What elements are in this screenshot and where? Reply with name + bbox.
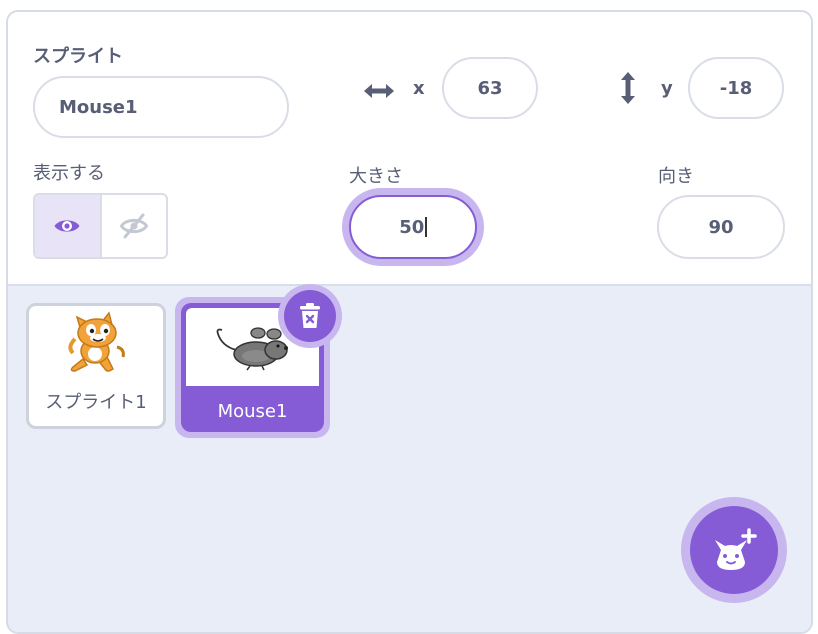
delete-sprite-button[interactable] [284,290,336,342]
sprite-thumbnail[interactable]: スプライト1 [26,303,166,429]
horizontal-arrows-icon [364,84,394,98]
add-sprite-button[interactable] [690,506,778,594]
size-label: 大きさ [349,166,403,187]
sprite-pane: スプライト Mouse1 x 63 y -18 表示する 大きさ 50 向き 9… [6,10,813,634]
mouse-icon [216,327,288,371]
add-sprite-cat-icon [715,528,757,570]
sprite-name-input[interactable]: Mouse1 [33,76,289,138]
size-value: 50 [399,216,425,238]
hide-button[interactable] [102,195,167,257]
direction-input[interactable]: 90 [657,195,785,259]
direction-label: 向き [658,166,694,187]
vertical-arrows-icon [621,72,635,104]
show-label: 表示する [33,163,105,184]
y-position-input[interactable]: -18 [688,57,784,119]
y-label: y [661,78,673,99]
x-position-input[interactable]: 63 [442,57,538,119]
sprite-label: スプライト [33,46,123,67]
show-button[interactable] [35,195,102,257]
sprite-name: Mouse1 [217,401,288,422]
x-label: x [413,78,425,99]
visibility-toggle [33,193,168,259]
sprite-name: スプライト1 [45,392,147,413]
scratch-cat-icon [68,311,125,372]
text-caret [425,217,427,237]
sprite-info-panel: スプライト Mouse1 x 63 y -18 表示する 大きさ 50 向き 9… [8,12,811,286]
size-input[interactable]: 50 [349,195,477,259]
eye-icon [54,220,80,232]
eye-slash-icon [119,213,149,239]
trash-icon [300,303,320,328]
